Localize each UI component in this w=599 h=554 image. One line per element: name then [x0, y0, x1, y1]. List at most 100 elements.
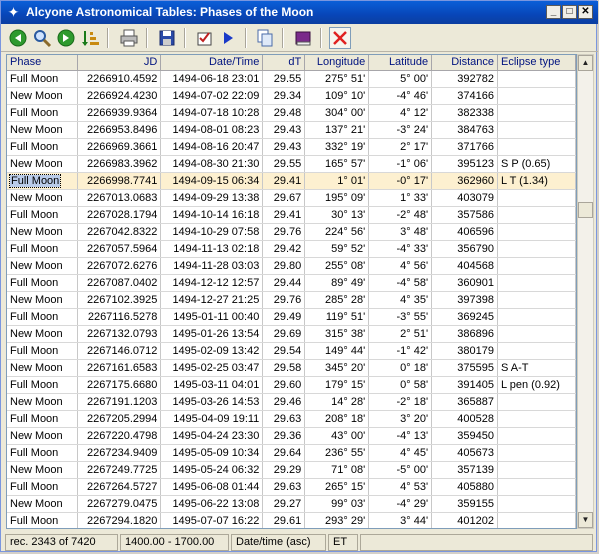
table-row[interactable]: New Moon 2267191.1203 1495-03-26 14:53 29.4… [7, 393, 576, 411]
cell-eclipse-type[interactable] [497, 410, 576, 428]
cell-latitude[interactable]: 4° 45' [368, 444, 433, 462]
cell-latitude[interactable]: 2° 51' [368, 325, 433, 343]
cell-distance[interactable]: 357586 [431, 206, 498, 224]
scroll-down-icon[interactable]: ▼ [578, 512, 593, 528]
cell-distance[interactable]: 371766 [431, 138, 498, 156]
table-row[interactable]: Full Moon 2267087.0402 1494-12-12 12:57 29.… [7, 274, 576, 292]
cell-latitude[interactable]: -1° 42' [368, 342, 433, 360]
cell-eclipse-type[interactable]: L T (1.34) [497, 172, 576, 190]
col-header-longitude[interactable]: Longitude [304, 55, 370, 71]
col-header-latitude[interactable]: Latitude [368, 55, 433, 71]
col-header-phase[interactable]: Phase [7, 55, 79, 71]
cell-dt[interactable]: 29.55 [262, 70, 306, 88]
table-row[interactable]: Full Moon 2267057.5964 1494-11-13 02:18 29.… [7, 240, 576, 258]
cell-dt[interactable]: 29.27 [262, 495, 306, 513]
cell-jd[interactable]: 2267175.6680 [77, 376, 162, 394]
cell-distance[interactable]: 404568 [431, 257, 498, 275]
cell-eclipse-type[interactable]: S P (0.65) [497, 155, 576, 173]
cell-distance[interactable]: 403079 [431, 189, 498, 207]
cell-datetime[interactable]: 1495-06-22 13:08 [160, 495, 264, 513]
minimize-button[interactable]: _ [546, 5, 561, 19]
cell-datetime[interactable]: 1495-01-11 00:40 [160, 308, 264, 326]
table-row[interactable]: Full Moon 2266910.4592 1494-06-18 23:01 29.… [7, 70, 576, 88]
table-row[interactable]: Full Moon 2267175.6680 1495-03-11 04:01 29.… [7, 376, 576, 394]
cell-dt[interactable]: 29.54 [262, 342, 306, 360]
cell-longitude[interactable]: 119° 51' [304, 308, 370, 326]
cell-eclipse-type[interactable] [497, 240, 576, 258]
cell-latitude[interactable]: -4° 58' [368, 274, 433, 292]
cell-distance[interactable]: 384763 [431, 121, 498, 139]
cell-eclipse-type[interactable] [497, 512, 576, 528]
cell-jd[interactable]: 2266998.7741 [77, 172, 162, 190]
search-icon[interactable] [31, 27, 53, 49]
cell-longitude[interactable]: 1° 01' [304, 172, 370, 190]
cell-datetime[interactable]: 1494-06-18 23:01 [160, 70, 264, 88]
print-icon[interactable] [118, 27, 140, 49]
cell-datetime[interactable]: 1494-10-14 16:18 [160, 206, 264, 224]
cell-jd[interactable]: 2267205.2994 [77, 410, 162, 428]
cell-latitude[interactable]: -4° 46' [368, 87, 433, 105]
cell-distance[interactable]: 374166 [431, 87, 498, 105]
col-header-jd[interactable]: JD [77, 55, 162, 71]
cell-longitude[interactable]: 315° 38' [304, 325, 370, 343]
cell-eclipse-type[interactable] [497, 87, 576, 105]
cell-phase[interactable]: New Moon [7, 495, 79, 513]
cell-eclipse-type[interactable] [497, 189, 576, 207]
cell-datetime[interactable]: 1495-05-24 06:32 [160, 461, 264, 479]
cell-datetime[interactable]: 1495-03-26 14:53 [160, 393, 264, 411]
cell-longitude[interactable]: 109° 10' [304, 87, 370, 105]
table-row[interactable]: New Moon 2266953.8496 1494-08-01 08:23 29.4… [7, 121, 576, 139]
cell-dt[interactable]: 29.36 [262, 427, 306, 445]
cell-longitude[interactable]: 293° 29' [304, 512, 370, 528]
cell-jd[interactable]: 2267102.3925 [77, 291, 162, 309]
cell-phase[interactable]: New Moon [7, 461, 79, 479]
table-row[interactable]: Full Moon 2267205.2994 1495-04-09 19:11 29.… [7, 410, 576, 428]
table-row[interactable]: New Moon 2267249.7725 1495-05-24 06:32 29.2… [7, 461, 576, 479]
col-header-eclipse-type[interactable]: Eclipse type [497, 55, 576, 71]
table-row[interactable]: New Moon 2267013.0683 1494-09-29 13:38 29.6… [7, 189, 576, 207]
cell-datetime[interactable]: 1494-09-15 06:34 [160, 172, 264, 190]
cell-phase[interactable]: Full Moon [7, 444, 79, 462]
cell-datetime[interactable]: 1495-05-09 10:34 [160, 444, 264, 462]
clear-icon[interactable] [329, 27, 351, 49]
save-icon[interactable] [156, 27, 178, 49]
cell-jd[interactable]: 2266953.8496 [77, 121, 162, 139]
cell-phase[interactable]: New Moon [7, 359, 79, 377]
cell-latitude[interactable]: -2° 18' [368, 393, 433, 411]
cell-longitude[interactable]: 30° 13' [304, 206, 370, 224]
cell-datetime[interactable]: 1495-03-11 04:01 [160, 376, 264, 394]
cell-longitude[interactable]: 59° 52' [304, 240, 370, 258]
table-row[interactable]: New Moon 2267102.3925 1494-12-27 21:25 29.7… [7, 291, 576, 309]
cell-eclipse-type[interactable] [497, 70, 576, 88]
cell-distance[interactable]: 395123 [431, 155, 498, 173]
cell-jd[interactable]: 2267087.0402 [77, 274, 162, 292]
cell-longitude[interactable]: 99° 03' [304, 495, 370, 513]
cell-latitude[interactable]: 4° 53' [368, 478, 433, 496]
cell-jd[interactable]: 2267234.9409 [77, 444, 162, 462]
cell-dt[interactable]: 29.76 [262, 291, 306, 309]
cell-latitude[interactable]: 3° 44' [368, 512, 433, 528]
cell-jd[interactable]: 2267116.5278 [77, 308, 162, 326]
book-icon[interactable] [292, 27, 314, 49]
cell-longitude[interactable]: 165° 57' [304, 155, 370, 173]
cell-latitude[interactable]: -4° 13' [368, 427, 433, 445]
cell-latitude[interactable]: 0° 18' [368, 359, 433, 377]
table-row[interactable]: New Moon 2267161.6583 1495-02-25 03:47 29.5… [7, 359, 576, 377]
cell-longitude[interactable]: 14° 28' [304, 393, 370, 411]
cell-distance[interactable]: 382338 [431, 104, 498, 122]
sort-icon[interactable] [79, 27, 101, 49]
cell-latitude[interactable]: 5° 00' [368, 70, 433, 88]
cell-distance[interactable]: 405673 [431, 444, 498, 462]
cell-dt[interactable]: 29.42 [262, 240, 306, 258]
cell-distance[interactable]: 362960 [431, 172, 498, 190]
cell-phase[interactable]: Full Moon [7, 478, 79, 496]
cell-datetime[interactable]: 1495-02-25 03:47 [160, 359, 264, 377]
cell-jd[interactable]: 2267057.5964 [77, 240, 162, 258]
cell-phase[interactable]: Full Moon [7, 342, 79, 360]
cell-latitude[interactable]: -5° 00' [368, 461, 433, 479]
cell-jd[interactable]: 2267249.7725 [77, 461, 162, 479]
cell-dt[interactable]: 29.29 [262, 461, 306, 479]
cell-eclipse-type[interactable] [497, 121, 576, 139]
cell-eclipse-type[interactable]: S A-T [497, 359, 576, 377]
cell-phase[interactable]: Full Moon [7, 240, 79, 258]
